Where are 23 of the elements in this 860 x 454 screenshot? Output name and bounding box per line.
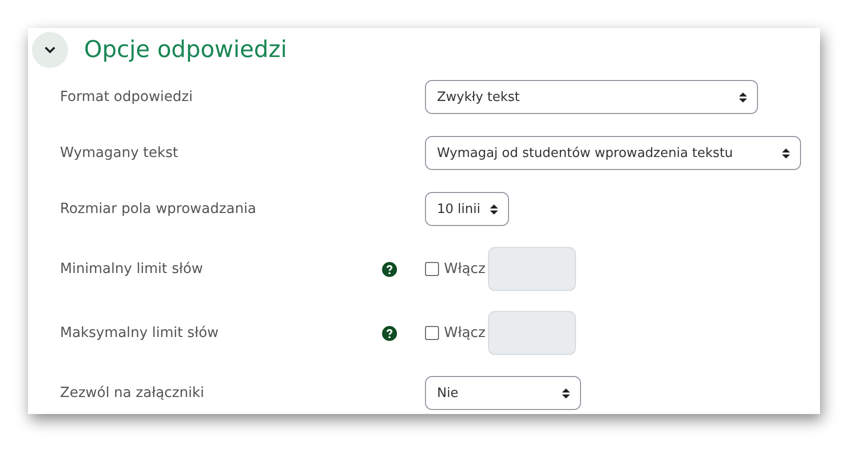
field-label: Zezwól na załączniki: [60, 385, 204, 401]
sort-arrows-icon: [739, 92, 747, 102]
checkbox[interactable]: [425, 326, 439, 340]
help-icon[interactable]: [382, 262, 397, 276]
dropdown[interactable]: 10 linii: [425, 192, 509, 226]
chevron-icon: [44, 46, 56, 54]
field-label: Minimalny limit słów: [60, 261, 203, 277]
field-label: Rozmiar pola wprowadzania: [60, 201, 256, 217]
checkbox-label: Włącz: [444, 261, 486, 277]
sort-arrows-icon: [490, 204, 498, 214]
sort-arrows-icon: [562, 388, 570, 398]
field-label: Wymagany tekst: [60, 145, 178, 161]
sort-arrows-icon: [782, 148, 790, 158]
checkbox-label: Włącz: [444, 325, 486, 341]
checkbox[interactable]: [425, 262, 439, 276]
section-title: Opcje odpowiedzi: [84, 37, 287, 63]
collapse-toggle[interactable]: [32, 32, 68, 68]
field-label: Maksymalny limit słów: [60, 325, 219, 341]
help-icon[interactable]: [382, 326, 397, 340]
dropdown[interactable]: Wymagaj od studentów wprowadzenia tekstu: [425, 136, 801, 170]
dropdown[interactable]: Nie: [425, 376, 581, 410]
dropdown[interactable]: Zwykły tekst: [425, 80, 758, 114]
field-label: Format odpowiedzi: [60, 89, 193, 105]
